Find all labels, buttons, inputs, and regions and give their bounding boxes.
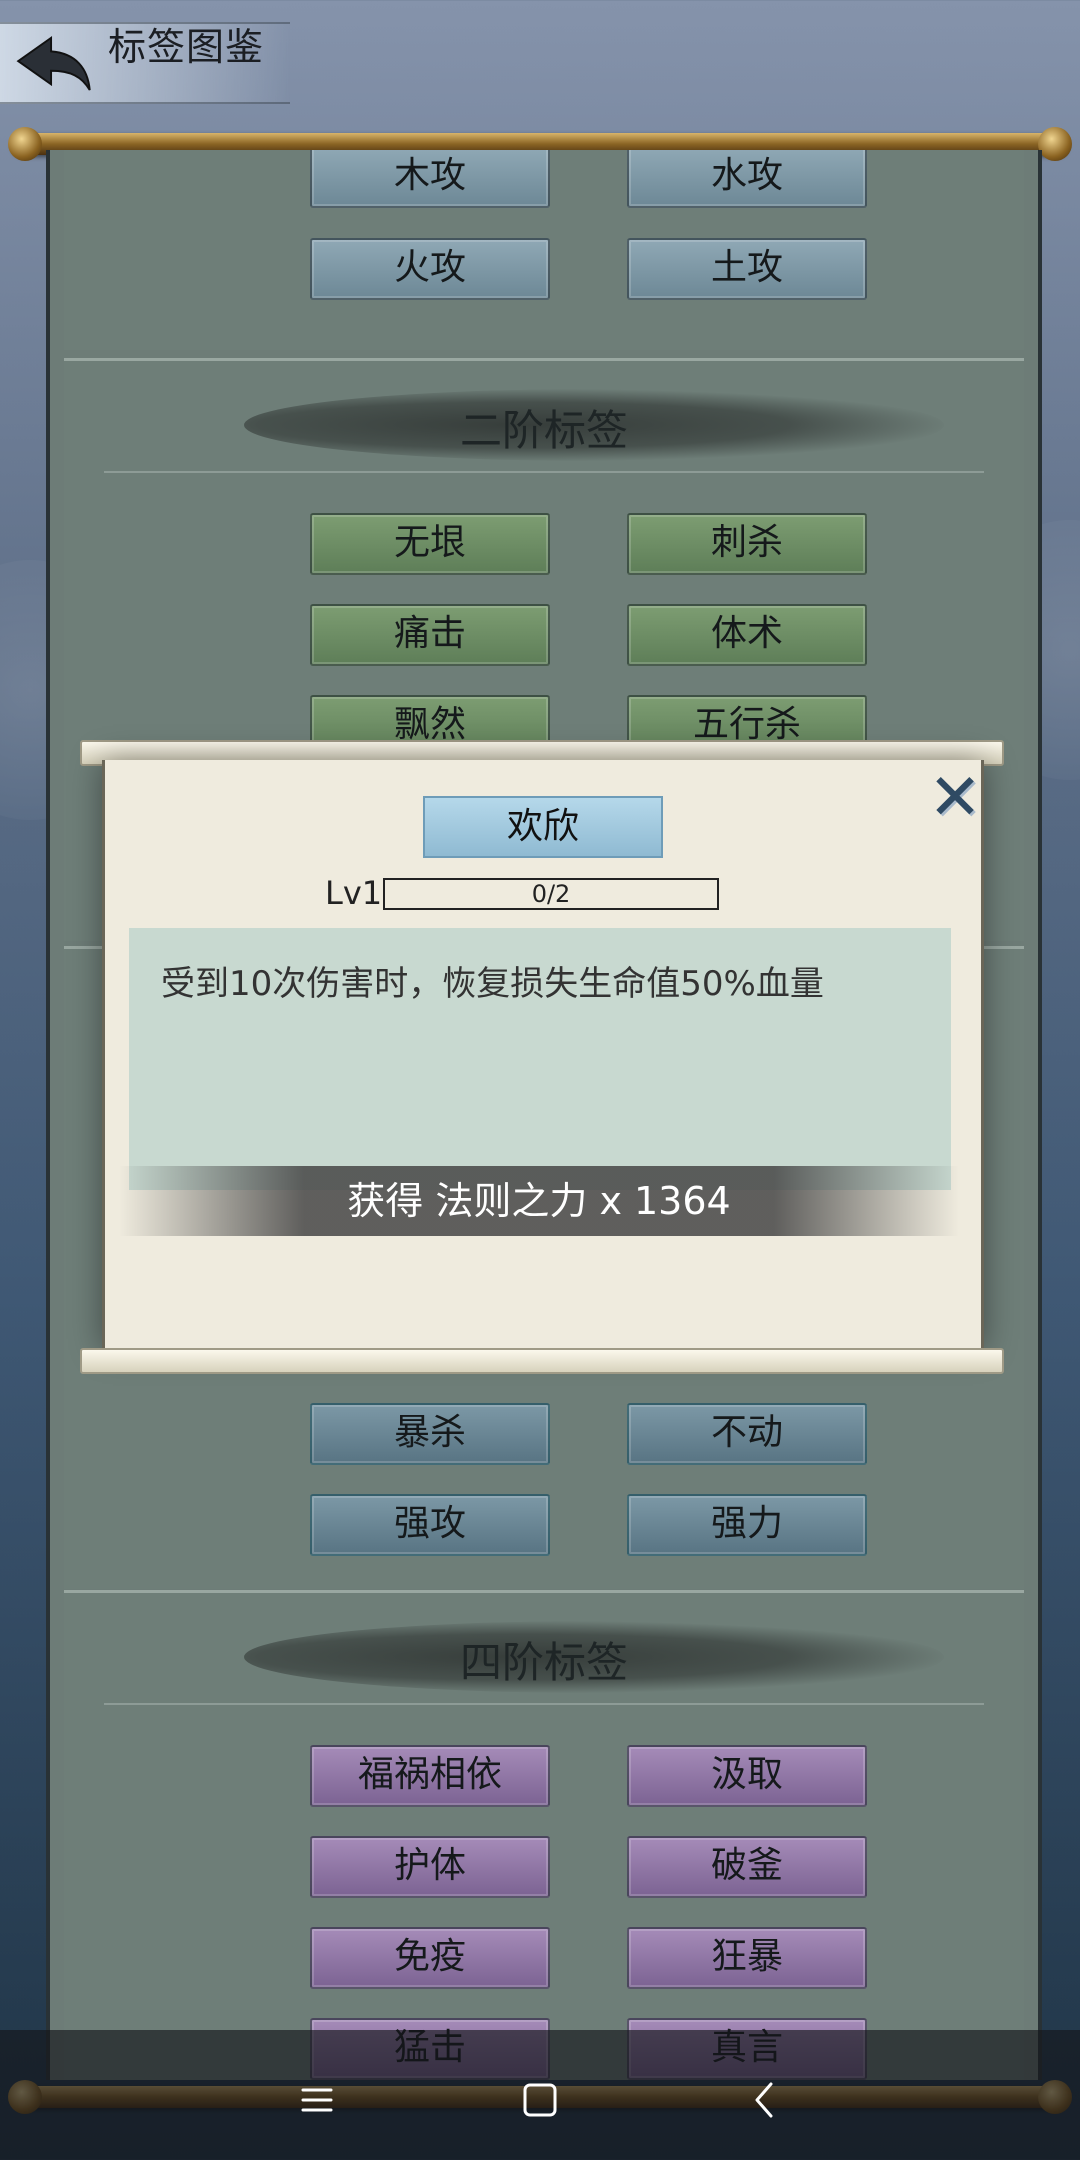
- tag-button[interactable]: 无垠: [310, 513, 550, 575]
- tag-name-badge: 欢欣: [423, 796, 663, 858]
- level-label: Lv1: [325, 874, 383, 912]
- section-tier1: 木攻 水攻 火攻 土攻: [64, 150, 1024, 350]
- tag-button[interactable]: 破釜: [627, 1836, 867, 1898]
- description-text: 受到10次伤害时，恢复损失生命值50%血量: [161, 964, 824, 1004]
- tag-button[interactable]: 强攻: [310, 1494, 550, 1556]
- top-bar: 标签图鉴: [0, 0, 1080, 125]
- section-title: 二阶标签: [459, 406, 628, 455]
- tag-button[interactable]: 痛击: [310, 604, 550, 666]
- page-title: 标签图鉴: [108, 25, 265, 69]
- tag-button[interactable]: 木攻: [310, 150, 550, 208]
- tag-button[interactable]: 暴杀: [310, 1403, 550, 1465]
- tag-button[interactable]: 水攻: [627, 150, 867, 208]
- tag-button[interactable]: 土攻: [627, 238, 867, 300]
- close-icon[interactable]: ✕: [925, 766, 985, 830]
- tag-button[interactable]: 福祸相依: [310, 1745, 550, 1807]
- tag-button[interactable]: 强力: [627, 1494, 867, 1556]
- tag-button[interactable]: 体术: [627, 604, 867, 666]
- tag-button[interactable]: 火攻: [310, 238, 550, 300]
- system-nav-bar: [0, 2030, 1080, 2160]
- tag-button[interactable]: 护体: [310, 1836, 550, 1898]
- modal-rod-bottom: [80, 1348, 1004, 1374]
- reward-banner: 获得 法则之力 x 1364: [119, 1166, 959, 1236]
- tag-detail-modal: ✕ 欢欣 Lv1 0/2 受到10次伤害时，恢复损失生命值50%血量 获得 法则…: [80, 740, 1004, 1374]
- tag-button[interactable]: 狂暴: [627, 1927, 867, 1989]
- back-arrow-icon: [16, 36, 91, 91]
- tag-button[interactable]: 汲取: [627, 1745, 867, 1807]
- divider: [104, 471, 984, 473]
- section-header: 二阶标签: [64, 361, 1024, 491]
- section-header: 四阶标签: [64, 1593, 1024, 1723]
- level-progress-bar: 0/2: [383, 878, 719, 910]
- divider: [104, 1703, 984, 1705]
- menu-icon[interactable]: [287, 2070, 347, 2130]
- tag-button[interactable]: 免疫: [310, 1927, 550, 1989]
- tag-button[interactable]: 刺杀: [627, 513, 867, 575]
- section-tier4: 四阶标签 福祸相依 汲取 护体 破釜 免疫 狂暴 猛击 真言: [64, 1590, 1024, 2080]
- back-icon[interactable]: [735, 2070, 795, 2130]
- modal-body: ✕ 欢欣 Lv1 0/2 受到10次伤害时，恢复损失生命值50%血量 获得 法则…: [102, 760, 984, 1350]
- description-box: 受到10次伤害时，恢复损失生命值50%血量: [129, 928, 951, 1190]
- progress-text: 0/2: [531, 880, 571, 908]
- home-icon[interactable]: [510, 2070, 570, 2130]
- tag-button[interactable]: 不动: [627, 1403, 867, 1465]
- section-title: 四阶标签: [459, 1638, 628, 1687]
